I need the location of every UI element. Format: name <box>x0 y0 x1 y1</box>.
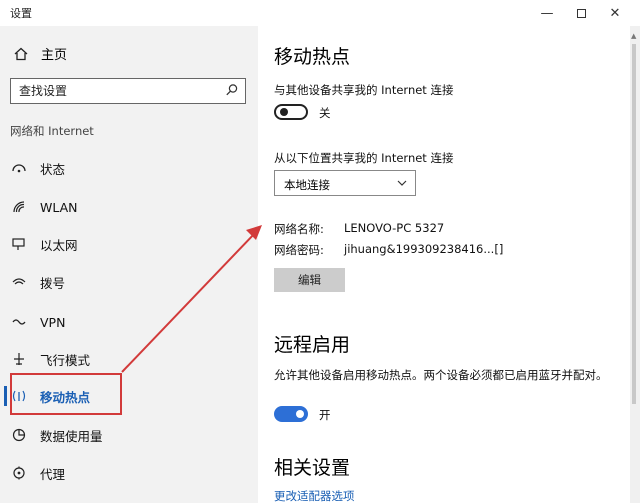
close-icon: ✕ <box>609 5 621 21</box>
adapter-options-link[interactable]: 更改适配器选项 <box>274 488 355 503</box>
sidebar-item-data-usage[interactable]: 数据使用量 <box>10 417 120 453</box>
airplane-icon <box>10 350 28 368</box>
toggle-knob <box>280 108 288 116</box>
search-box[interactable] <box>10 78 246 104</box>
sidebar-item-label: 拨号 <box>40 275 66 291</box>
remote-title: 远程启用 <box>274 334 351 356</box>
minimize-button[interactable]: — <box>532 2 562 24</box>
sidebar-item-proxy[interactable]: 代理 <box>10 455 120 491</box>
sidebar-item-label: WLAN <box>40 199 78 215</box>
status-icon <box>10 159 28 177</box>
vpn-icon <box>10 313 28 331</box>
network-password-value: jihuang&199309238416...[] <box>344 242 504 256</box>
minimize-icon: — <box>540 5 554 21</box>
remote-toggle[interactable] <box>274 406 308 422</box>
sidebar-item-label: 数据使用量 <box>40 428 103 444</box>
close-button[interactable]: ✕ <box>600 2 630 24</box>
annotation-highlight-box <box>10 373 122 415</box>
sidebar-item-dialup[interactable]: 拨号 <box>10 264 120 300</box>
sidebar-item-status[interactable]: 状态 <box>10 150 120 186</box>
scroll-up-icon[interactable]: ▲ <box>631 32 636 40</box>
sidebar-item-label: 代理 <box>40 466 66 482</box>
wifi-icon <box>10 198 28 216</box>
search-input[interactable] <box>11 79 217 103</box>
share-from-dropdown[interactable]: 本地连接 <box>274 170 416 196</box>
network-password-label: 网络密码: <box>274 243 324 257</box>
home-label: 主页 <box>41 48 68 63</box>
sidebar-item-ethernet[interactable]: 以太网 <box>10 226 120 262</box>
network-name-value: LENOVO-PC 5327 <box>344 221 445 235</box>
title-bar: 设置 — ✕ <box>0 0 640 26</box>
remote-toggle-state: 开 <box>319 408 331 422</box>
home-icon <box>13 47 29 61</box>
app-title: 设置 <box>10 7 32 20</box>
share-toggle[interactable] <box>274 104 308 120</box>
network-name-label: 网络名称: <box>274 222 324 236</box>
maximize-icon <box>576 8 586 18</box>
share-label: 与其他设备共享我的 Internet 连接 <box>274 83 454 97</box>
section-label: 网络和 Internet <box>10 124 94 138</box>
remote-description: 允许其他设备启用移动热点。两个设备必须都已启用蓝牙并配对。 <box>274 368 608 382</box>
sidebar-item-label: 以太网 <box>40 237 78 253</box>
share-from-label: 从以下位置共享我的 Internet 连接 <box>274 151 454 165</box>
data-usage-icon <box>10 426 28 444</box>
share-toggle-state: 关 <box>319 106 331 120</box>
sidebar-item-wlan[interactable]: WLAN <box>10 189 120 225</box>
sidebar-item-label: VPN <box>40 314 66 330</box>
sidebar-item-vpn[interactable]: VPN <box>10 304 120 340</box>
dropdown-value: 本地连接 <box>284 178 330 192</box>
chevron-down-icon <box>397 180 407 186</box>
sidebar-home[interactable]: 主页 <box>13 44 67 63</box>
sidebar-item-airplane[interactable]: 飞行模式 <box>10 341 120 377</box>
toggle-knob <box>296 410 304 418</box>
related-title: 相关设置 <box>274 457 351 479</box>
proxy-icon <box>10 464 28 482</box>
sidebar-item-label: 状态 <box>40 161 66 177</box>
page-title: 移动热点 <box>274 46 351 68</box>
edit-button[interactable]: 编辑 <box>274 268 345 292</box>
sidebar-item-label: 飞行模式 <box>40 352 91 368</box>
maximize-button[interactable] <box>566 2 596 24</box>
dialup-icon <box>10 273 28 291</box>
ethernet-icon <box>10 235 28 253</box>
search-icon[interactable] <box>225 83 239 97</box>
scroll-thumb[interactable] <box>632 44 636 404</box>
